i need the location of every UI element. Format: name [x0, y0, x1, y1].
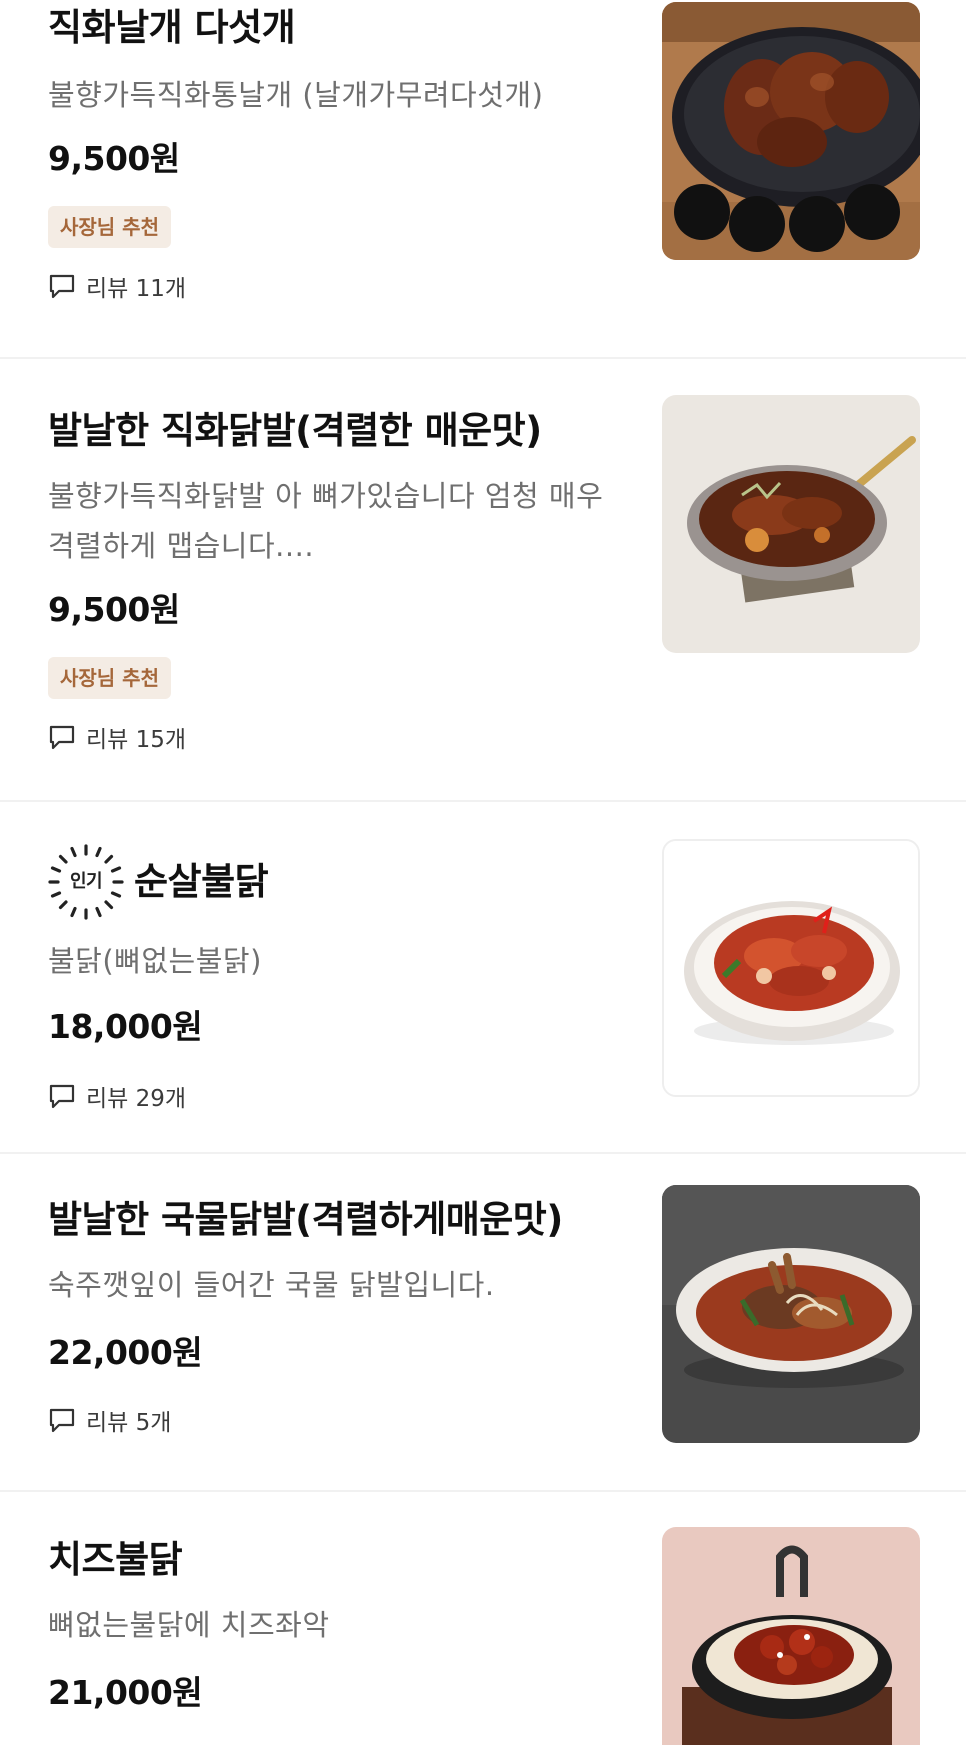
- soup-chicken-feet-photo[interactable]: [662, 1185, 920, 1443]
- menu-item-name: 발날한 직화닭발(격렬한 매운맛): [48, 409, 542, 452]
- menu-list: 직화날개 다섯개 불향가득직화통날개 (날개가무려다섯개) 9,500원 사장님…: [0, 0, 966, 1745]
- review-count-label: 리뷰 5개: [86, 1410, 172, 1436]
- menu-item[interactable]: 발날한 국물닭발(격렬하게매운맛) 숙주깻잎이 들어간 국물 닭발입니다. 22…: [0, 1154, 966, 1492]
- menu-item-text: 직화날개 다섯개 불향가득직화통날개 (날개가무려다섯개) 9,500원 사장님…: [48, 0, 628, 308]
- menu-item-name: 발날한 국물닭발(격렬하게매운맛): [48, 1198, 563, 1241]
- popular-badge: 인기: [48, 844, 124, 920]
- speech-bubble-icon: [48, 272, 76, 300]
- boneless-fire-chicken-photo[interactable]: [662, 839, 920, 1097]
- menu-item-description: 불향가득직화닭발 아 뼈가있습니다 엄청 매우 격렬하게 맵습니다....: [48, 471, 628, 571]
- review-count[interactable]: 리뷰 15개: [48, 715, 628, 759]
- menu-item-description-line: 격렬하게 맵습니다....: [48, 529, 315, 563]
- menu-item-price: 18,000원: [48, 1007, 203, 1046]
- review-count-label: 리뷰 29개: [86, 1086, 187, 1112]
- speech-bubble-icon: [48, 1082, 76, 1110]
- menu-item-text: 치즈불닭 뼈없는불닭에 치즈좌악 21,000원: [48, 1532, 628, 1718]
- menu-item[interactable]: 인기 순살불닭 불닭(뼈없는불닭) 18,000원 리뷰 29개: [0, 802, 966, 1154]
- menu-item-description-line: 불향가득직화닭발 아 뼈가있습니다 엄청 매우: [48, 479, 604, 513]
- menu-item-name: 치즈불닭: [48, 1538, 183, 1581]
- menu-item-description: 뼈없는불닭에 치즈좌악: [48, 1608, 330, 1642]
- review-count-label: 리뷰 11개: [86, 276, 187, 302]
- menu-item[interactable]: 치즈불닭 뼈없는불닭에 치즈좌악 21,000원: [0, 1492, 966, 1745]
- review-count[interactable]: 리뷰 5개: [48, 1398, 628, 1442]
- speech-bubble-icon: [48, 1406, 76, 1434]
- owner-recommend-badge: 사장님 추천: [48, 657, 171, 699]
- popular-badge-label: 인기: [69, 871, 103, 892]
- menu-item-description: 불향가득직화통날개 (날개가무려다섯개): [48, 78, 544, 112]
- menu-item-price: 22,000원: [48, 1333, 203, 1372]
- menu-item-description: 숙주깻잎이 들어간 국물 닭발입니다.: [48, 1268, 495, 1302]
- menu-item-name: 직화날개 다섯개: [48, 6, 296, 49]
- chicken-feet-pan-photo[interactable]: [662, 395, 920, 653]
- menu-item-text: 발날한 국물닭발(격렬하게매운맛) 숙주깻잎이 들어간 국물 닭발입니다. 22…: [48, 1192, 628, 1442]
- review-count[interactable]: 리뷰 11개: [48, 264, 628, 308]
- review-count-label: 리뷰 15개: [86, 727, 187, 753]
- menu-item-price: 9,500원: [48, 139, 180, 178]
- grilled-wings-photo[interactable]: [662, 2, 920, 260]
- cheese-fire-chicken-photo[interactable]: [662, 1527, 920, 1745]
- menu-item-name: 순살불닭: [134, 860, 269, 903]
- menu-item-description: 불닭(뼈없는불닭): [48, 944, 262, 978]
- speech-bubble-icon: [48, 723, 76, 751]
- menu-item-name-row: 인기 순살불닭: [48, 844, 628, 920]
- owner-recommend-badge: 사장님 추천: [48, 206, 171, 248]
- menu-item-price: 21,000원: [48, 1673, 203, 1712]
- menu-item[interactable]: 직화날개 다섯개 불향가득직화통날개 (날개가무려다섯개) 9,500원 사장님…: [0, 0, 966, 359]
- menu-item-price: 9,500원: [48, 590, 180, 629]
- menu-item-text: 발날한 직화닭발(격렬한 매운맛) 불향가득직화닭발 아 뼈가있습니다 엄청 매…: [48, 403, 628, 759]
- menu-item[interactable]: 발날한 직화닭발(격렬한 매운맛) 불향가득직화닭발 아 뼈가있습니다 엄청 매…: [0, 359, 966, 802]
- menu-item-text: 인기 순살불닭 불닭(뼈없는불닭) 18,000원 리뷰 29개: [48, 844, 628, 1118]
- review-count[interactable]: 리뷰 29개: [48, 1074, 628, 1118]
